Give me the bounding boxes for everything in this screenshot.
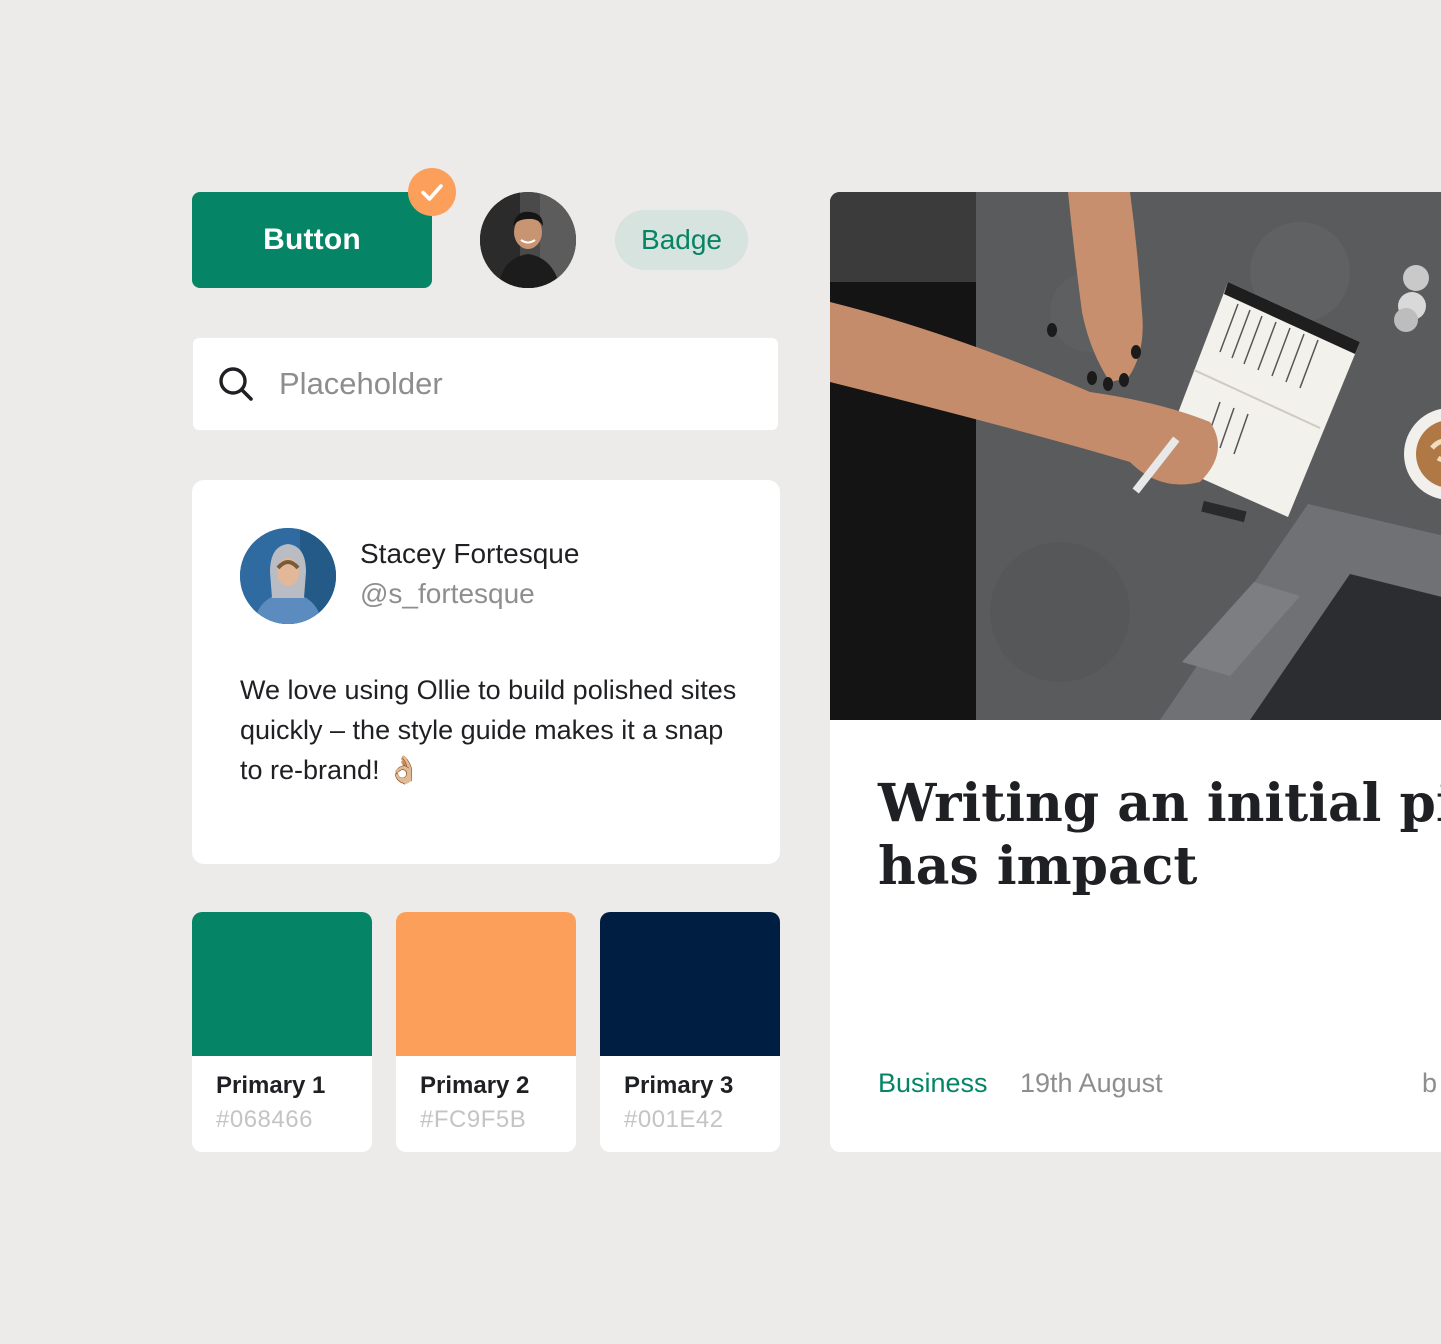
testimonial-quote: We love using Ollie to build polished si… [240, 675, 737, 785]
article-title-line-1[interactable]: Writing an initial pitch [878, 773, 1441, 834]
author-avatar[interactable] [240, 528, 336, 624]
swatch-hex: #001E42 [624, 1106, 724, 1133]
article-card[interactable]: Writing an initial pitch has impact Busi… [830, 192, 1441, 1152]
swatch-name: Primary 2 [420, 1072, 530, 1099]
swatch-name: Primary 1 [216, 1072, 326, 1099]
article-title-line-2[interactable]: has impact [878, 836, 1197, 897]
style-guide-canvas: Button Badge Placeholder Stacey Fortesqu… [0, 0, 1441, 1344]
user-avatar[interactable] [480, 192, 576, 288]
swatch-name: Primary 3 [624, 1072, 734, 1099]
swatch-color-chip [396, 912, 576, 1056]
tag-badge: Badge [615, 210, 748, 270]
article-category-link[interactable]: Business [878, 1068, 988, 1099]
search-input[interactable] [279, 366, 739, 402]
author-name: Stacey Fortesque [360, 538, 580, 569]
avatar-photo [480, 192, 576, 288]
swatch-color-chip [192, 912, 372, 1056]
swatch-color-chip [600, 912, 780, 1056]
avatar-photo [240, 528, 336, 624]
article-byline: b [1422, 1068, 1438, 1098]
article-cover-image [830, 192, 1441, 720]
author-handle[interactable]: @s_fortesque [360, 578, 535, 610]
article-title[interactable]: Writing an initial pitch has impact [878, 772, 1441, 898]
color-swatch-primary-1: Primary 1 #068466 [192, 912, 372, 1152]
article-date: 19th August [1020, 1068, 1163, 1098]
swatch-hex: #FC9F5B [420, 1106, 527, 1133]
color-swatch-primary-2: Primary 2 #FC9F5B [396, 912, 576, 1152]
primary-button[interactable]: Button [192, 192, 432, 288]
checkmark-icon [421, 184, 443, 201]
color-swatch-primary-3: Primary 3 #001E42 [600, 912, 780, 1152]
search-field[interactable] [193, 338, 778, 430]
search-icon [219, 367, 253, 401]
swatch-hex: #068466 [216, 1106, 313, 1133]
check-status-badge [408, 168, 456, 216]
testimonial-card: Stacey Fortesque @s_fortesque We love us… [192, 480, 780, 864]
